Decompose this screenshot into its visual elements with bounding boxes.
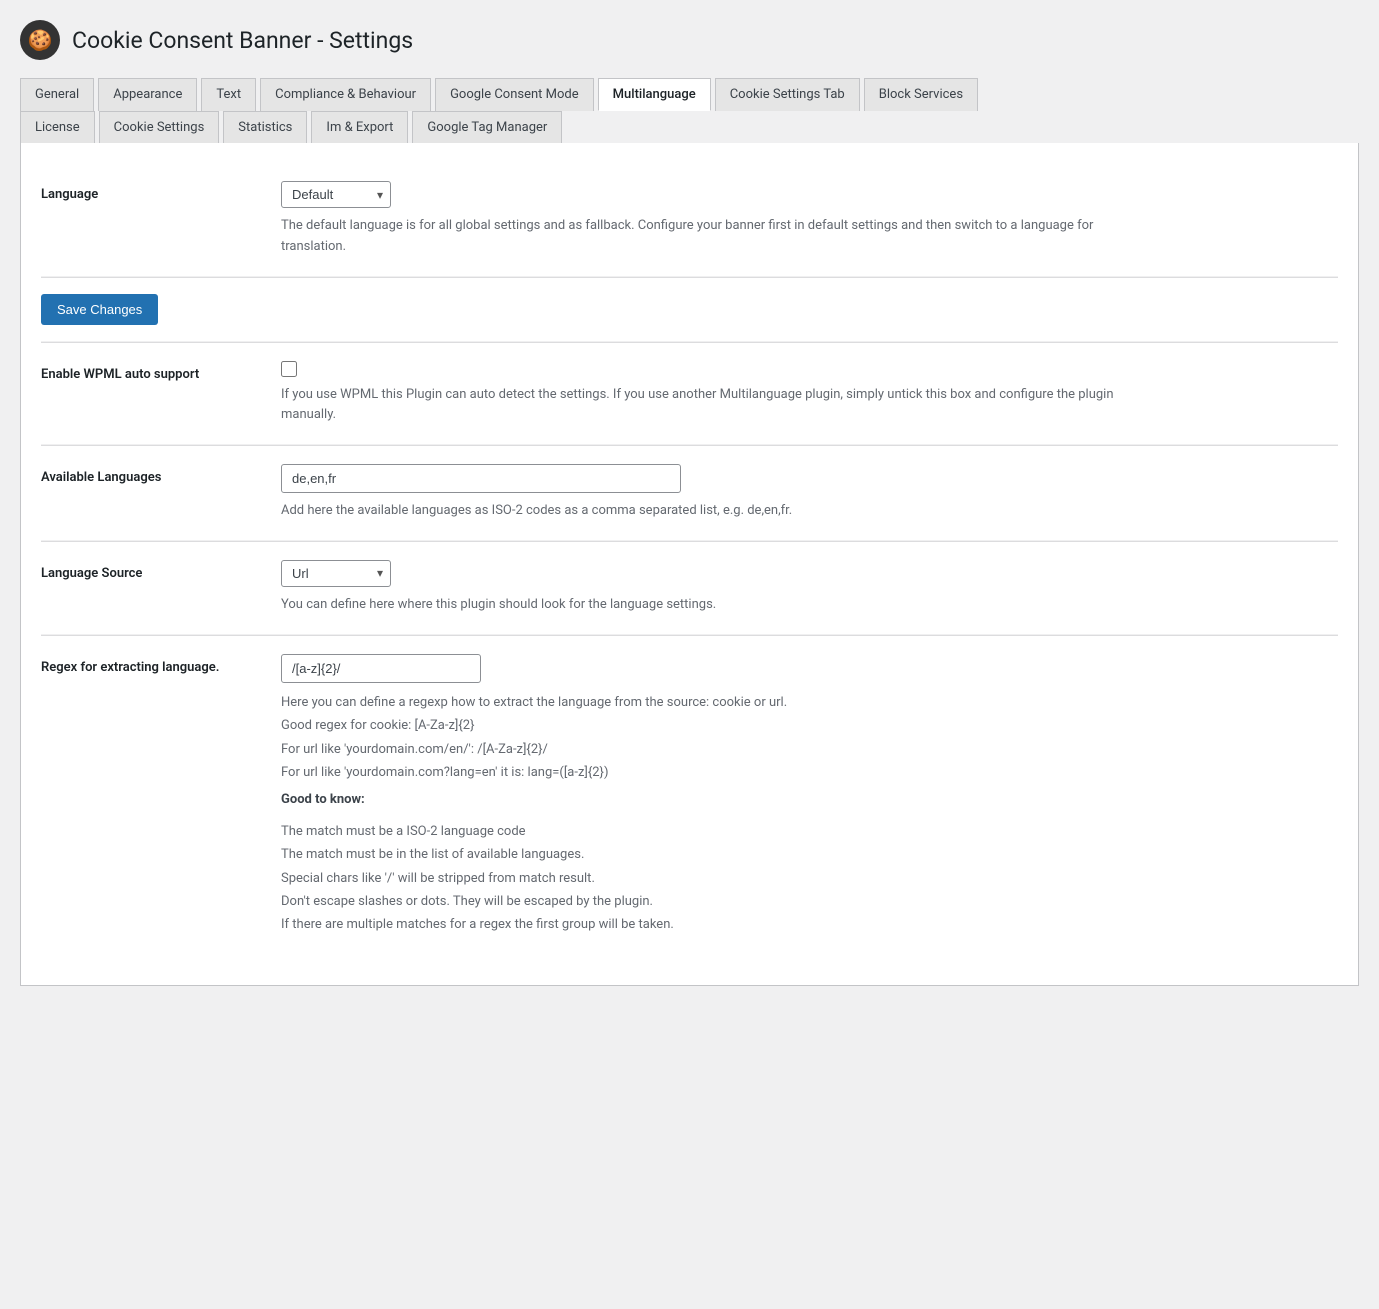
- language-section: Language Default The default language is…: [41, 163, 1338, 277]
- language-label: Language: [41, 181, 281, 202]
- wpml-section: Enable WPML auto support If you use WPML…: [41, 343, 1338, 446]
- regex-note-4: For url like 'yourdomain.com?lang=en' it…: [281, 761, 1338, 784]
- language-source-select[interactable]: Url Cookie Browser: [281, 560, 391, 587]
- language-source-description: You can define here where this plugin sh…: [281, 595, 1131, 616]
- available-languages-label: Available Languages: [41, 464, 281, 485]
- tab-license[interactable]: License: [20, 111, 95, 143]
- tab-multilanguage[interactable]: Multilanguage: [598, 78, 711, 111]
- available-languages-description: Add here the available languages as ISO-…: [281, 501, 1131, 522]
- regex-note-3: For url like 'yourdomain.com/en/': /[A-Z…: [281, 738, 1338, 761]
- save-changes-row: Save Changes: [41, 278, 1338, 342]
- regex-section: Regex for extracting language. Here you …: [41, 636, 1338, 955]
- tab-google-tag-manager[interactable]: Google Tag Manager: [412, 111, 562, 143]
- cookie-icon: 🍪: [28, 28, 53, 52]
- language-description: The default language is for all global s…: [281, 216, 1131, 258]
- language-source-content: Url Cookie Browser You can define here w…: [281, 560, 1338, 616]
- page-title: Cookie Consent Banner - Settings: [72, 27, 413, 54]
- wpml-content: If you use WPML this Plugin can auto det…: [281, 361, 1338, 427]
- tabs-row-1: General Appearance Text Compliance & Beh…: [20, 78, 1359, 111]
- regex-bullet-1: The match must be a ISO-2 language code: [281, 820, 1338, 843]
- language-source-select-wrap[interactable]: Url Cookie Browser: [281, 560, 391, 587]
- language-select[interactable]: Default: [281, 181, 391, 208]
- regex-bullet-2: The match must be in the list of availab…: [281, 843, 1338, 866]
- tabs-row-2: License Cookie Settings Statistics Im & …: [20, 111, 1359, 143]
- language-source-section: Language Source Url Cookie Browser You c…: [41, 542, 1338, 635]
- good-to-know: Good to know:: [281, 788, 1338, 811]
- page-title-row: 🍪 Cookie Consent Banner - Settings: [20, 20, 1359, 60]
- tab-text[interactable]: Text: [201, 78, 256, 111]
- tab-cookie-settings-tab[interactable]: Cookie Settings Tab: [715, 78, 860, 111]
- tab-general[interactable]: General: [20, 78, 94, 111]
- available-languages-content: Add here the available languages as ISO-…: [281, 464, 1338, 522]
- language-select-wrap[interactable]: Default: [281, 181, 391, 208]
- app-icon: 🍪: [20, 20, 60, 60]
- regex-list: The match must be a ISO-2 language code …: [281, 820, 1338, 937]
- tab-google-consent[interactable]: Google Consent Mode: [435, 78, 594, 111]
- tab-cookie-settings[interactable]: Cookie Settings: [99, 111, 220, 143]
- page-wrapper: 🍪 Cookie Consent Banner - Settings Gener…: [0, 0, 1379, 1309]
- regex-bullet-4: Don't escape slashes or dots. They will …: [281, 890, 1338, 913]
- tab-compliance[interactable]: Compliance & Behaviour: [260, 78, 431, 111]
- tab-im-export[interactable]: Im & Export: [311, 111, 408, 143]
- regex-note-1: Here you can define a regexp how to extr…: [281, 691, 1338, 714]
- tab-appearance[interactable]: Appearance: [98, 78, 197, 111]
- wpml-description: If you use WPML this Plugin can auto det…: [281, 385, 1131, 427]
- regex-content: Here you can define a regexp how to extr…: [281, 654, 1338, 937]
- tab-statistics[interactable]: Statistics: [223, 111, 307, 143]
- save-changes-button[interactable]: Save Changes: [41, 294, 158, 325]
- regex-input[interactable]: [281, 654, 481, 683]
- available-languages-input[interactable]: [281, 464, 681, 493]
- regex-bullet-3: Special chars like '/' will be stripped …: [281, 867, 1338, 890]
- tab-block-services[interactable]: Block Services: [864, 78, 978, 111]
- language-source-label: Language Source: [41, 560, 281, 581]
- available-languages-section: Available Languages Add here the availab…: [41, 446, 1338, 541]
- regex-notes: Here you can define a regexp how to extr…: [281, 691, 1338, 812]
- content-area: Language Default The default language is…: [20, 143, 1359, 986]
- wpml-label: Enable WPML auto support: [41, 361, 281, 382]
- wpml-checkbox-wrapper[interactable]: [281, 361, 1338, 377]
- regex-bullet-5: If there are multiple matches for a rege…: [281, 913, 1338, 936]
- language-content: Default The default language is for all …: [281, 181, 1338, 258]
- wpml-checkbox[interactable]: [281, 361, 297, 377]
- regex-note-2: Good regex for cookie: [A-Za-z]{2}: [281, 714, 1338, 737]
- regex-label: Regex for extracting language.: [41, 654, 281, 675]
